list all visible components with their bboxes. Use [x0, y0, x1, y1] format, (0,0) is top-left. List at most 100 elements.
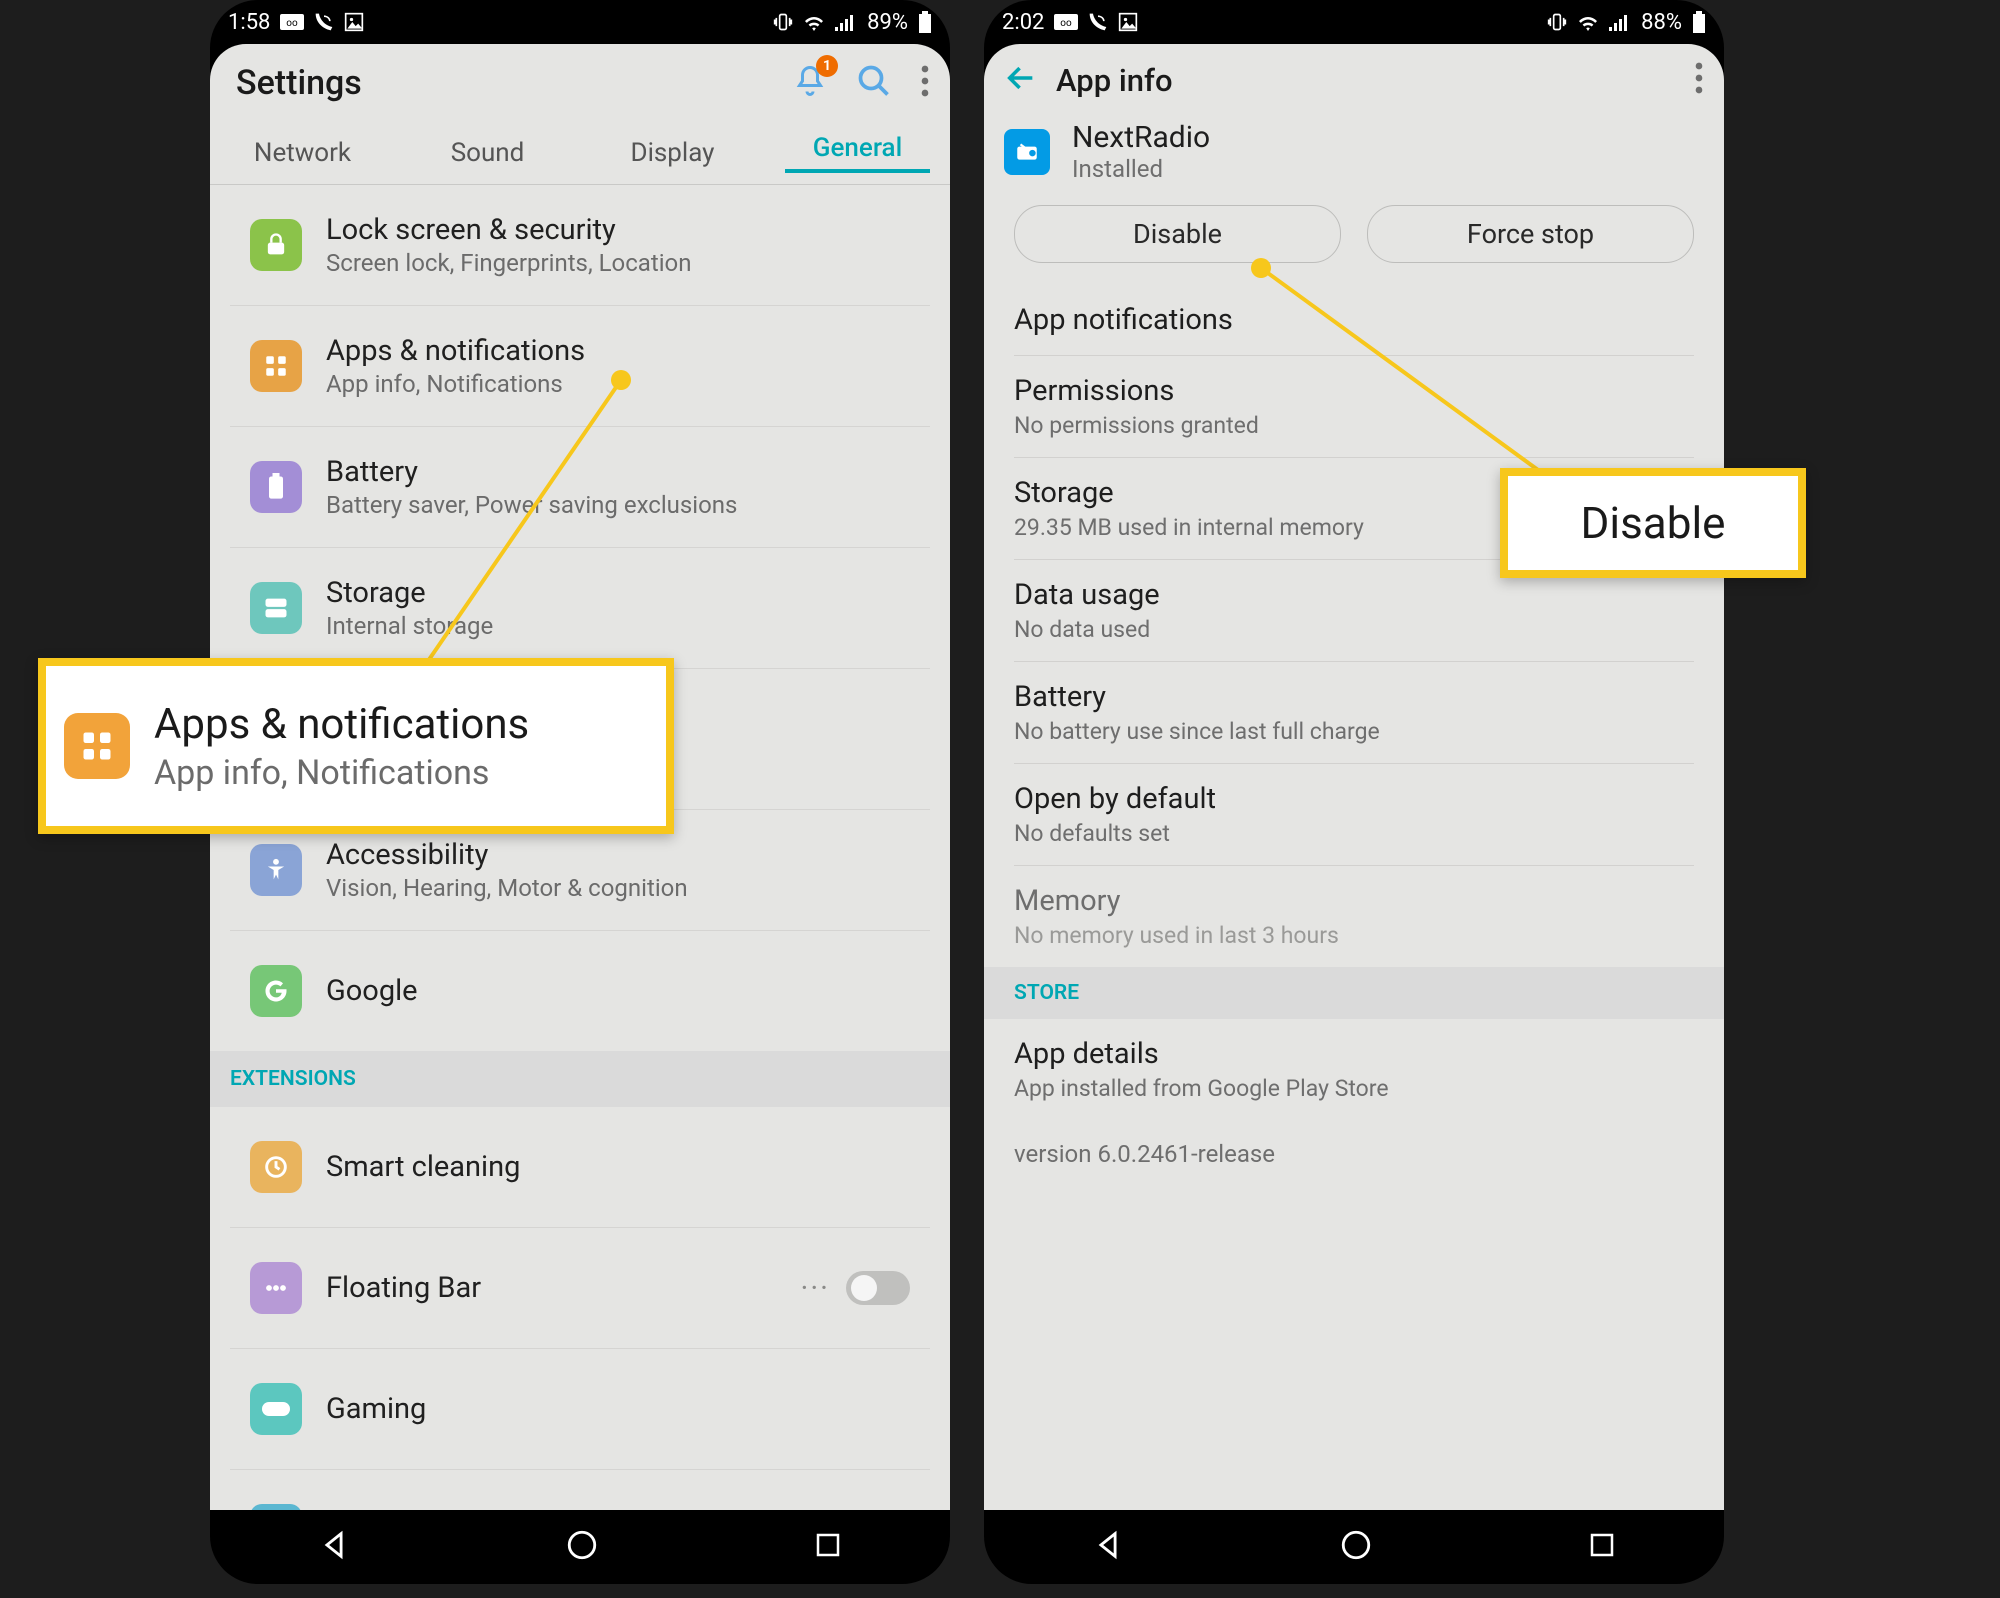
nav-recent[interactable]	[813, 1530, 843, 1564]
extensions-header: EXTENSIONS	[210, 1051, 950, 1107]
row-title: Battery	[1014, 680, 1694, 714]
row-sub: No permissions granted	[1014, 412, 1694, 439]
tab-general[interactable]: General	[765, 133, 950, 173]
tab-display[interactable]: Display	[580, 138, 765, 168]
row-sub: No defaults set	[1014, 820, 1694, 847]
version-text: version 6.0.2461-release	[984, 1120, 1724, 1188]
wifi-icon	[1577, 13, 1599, 31]
item-battery[interactable]: BatteryBattery saver, Power saving exclu…	[230, 427, 930, 548]
storage-icon	[250, 582, 302, 634]
callout-apps-notifications: Apps & notifications App info, Notificat…	[38, 658, 674, 834]
item-sub: Internal storage	[326, 612, 910, 640]
lock-icon	[250, 219, 302, 271]
nav-home[interactable]	[1339, 1528, 1373, 1566]
row-open-by-default[interactable]: Open by default No defaults set	[1014, 764, 1694, 866]
app-actions: Disable Force stop	[984, 197, 1724, 285]
picture-icon	[1118, 12, 1138, 32]
nav-bar	[210, 1510, 950, 1584]
callout-title: Apps & notifications	[154, 700, 529, 749]
apps-icon	[250, 340, 302, 392]
item-floating-bar[interactable]: Floating Bar ···	[230, 1228, 930, 1349]
floating-bar-icon	[250, 1262, 302, 1314]
row-app-details[interactable]: App details App installed from Google Pla…	[1014, 1019, 1694, 1120]
item-sub: Battery saver, Power saving exclusions	[326, 491, 910, 519]
svg-text:oo: oo	[1061, 18, 1073, 29]
row-title: Permissions	[1014, 374, 1694, 408]
item-title: Lock screen & security	[326, 213, 910, 247]
signal-icon	[1609, 13, 1631, 31]
gaming-icon	[250, 1383, 302, 1435]
nav-bar	[984, 1510, 1724, 1584]
row-sub: No battery use since last full charge	[1014, 718, 1694, 745]
item-title: Google	[326, 974, 910, 1008]
row-memory[interactable]: MemoryNo memory used in last 3 hours	[1014, 866, 1694, 967]
item-title: Apps & notifications	[326, 334, 910, 368]
nav-recent[interactable]	[1587, 1530, 1617, 1564]
status-time: 2:02	[1002, 10, 1044, 35]
app-bar: App info	[984, 44, 1724, 116]
row-title: App details	[1014, 1037, 1694, 1071]
row-title: Data usage	[1014, 578, 1694, 612]
overflow-icon	[920, 65, 930, 97]
wifi-calling-icon	[1088, 12, 1108, 32]
item-apps-notifications[interactable]: Apps & notificationsApp info, Notificati…	[230, 306, 930, 427]
status-time: 1:58	[228, 10, 270, 35]
row-title: Open by default	[1014, 782, 1694, 816]
nav-back[interactable]	[1091, 1528, 1125, 1566]
page-title: App info	[1056, 62, 1694, 99]
app-header: NextRadio Installed	[984, 116, 1724, 197]
tab-general-label: General	[813, 133, 902, 163]
back-button[interactable]	[994, 51, 1048, 109]
overflow-button[interactable]	[920, 65, 930, 101]
battery-item-icon	[250, 461, 302, 513]
item-context-awareness[interactable]: Context Awareness	[230, 1470, 930, 1510]
item-google[interactable]: Google	[230, 931, 930, 1051]
row-sub: No memory used in last 3 hours	[1014, 922, 1694, 949]
app-install-status: Installed	[1072, 155, 1210, 183]
more-icon: ···	[800, 1271, 830, 1306]
row-title: App notifications	[1014, 303, 1694, 337]
accessibility-icon	[250, 844, 302, 896]
vibrate-icon	[1547, 12, 1567, 32]
signal-icon	[835, 13, 857, 31]
battery-icon	[918, 11, 932, 33]
callout-sub: App info, Notifications	[154, 753, 529, 793]
back-arrow-icon	[1004, 61, 1038, 95]
row-sub: No data used	[1014, 616, 1694, 643]
tab-sound[interactable]: Sound	[395, 138, 580, 168]
app-details-list[interactable]: App notifications Permissions No permissi…	[984, 285, 1724, 967]
disable-button[interactable]: Disable	[1014, 205, 1341, 263]
page-title: Settings	[230, 63, 792, 103]
notifications-button[interactable]: 1	[792, 63, 828, 103]
item-gaming[interactable]: Gaming	[230, 1349, 930, 1470]
settings-list[interactable]: Lock screen & securityScreen lock, Finge…	[210, 185, 950, 1510]
wifi-calling-icon	[314, 12, 334, 32]
nav-back[interactable]	[317, 1528, 351, 1566]
voicemail-icon: oo	[1054, 14, 1078, 30]
item-title: Smart cleaning	[326, 1150, 910, 1184]
apps-icon	[64, 713, 130, 779]
item-title: Storage	[326, 576, 910, 610]
overflow-button[interactable]	[1694, 62, 1704, 98]
tab-network[interactable]: Network	[210, 138, 395, 168]
item-lock-screen[interactable]: Lock screen & securityScreen lock, Finge…	[230, 185, 930, 306]
item-storage[interactable]: StorageInternal storage	[230, 548, 930, 669]
phone-app-info: 2:02 oo 88% App info	[984, 0, 1724, 1584]
battery-icon	[1692, 11, 1706, 33]
row-battery[interactable]: Battery No battery use since last full ch…	[1014, 662, 1694, 764]
voicemail-icon: oo	[280, 14, 304, 30]
nav-home[interactable]	[565, 1528, 599, 1566]
item-sub: Screen lock, Fingerprints, Location	[326, 249, 910, 277]
app-bar: Settings 1	[210, 44, 950, 122]
floating-bar-toggle[interactable]	[846, 1271, 910, 1305]
item-sub: App info, Notifications	[326, 370, 910, 398]
notification-badge: 1	[816, 55, 838, 77]
item-smart-cleaning[interactable]: Smart cleaning	[230, 1107, 930, 1228]
row-sub: App installed from Google Play Store	[1014, 1075, 1694, 1102]
row-permissions[interactable]: Permissions No permissions granted	[1014, 356, 1694, 458]
force-stop-button[interactable]: Force stop	[1367, 205, 1694, 263]
row-app-notifications[interactable]: App notifications	[1014, 285, 1694, 356]
item-title: Floating Bar	[326, 1271, 800, 1305]
battery-pct: 88%	[1641, 10, 1682, 35]
search-button[interactable]	[856, 63, 892, 103]
